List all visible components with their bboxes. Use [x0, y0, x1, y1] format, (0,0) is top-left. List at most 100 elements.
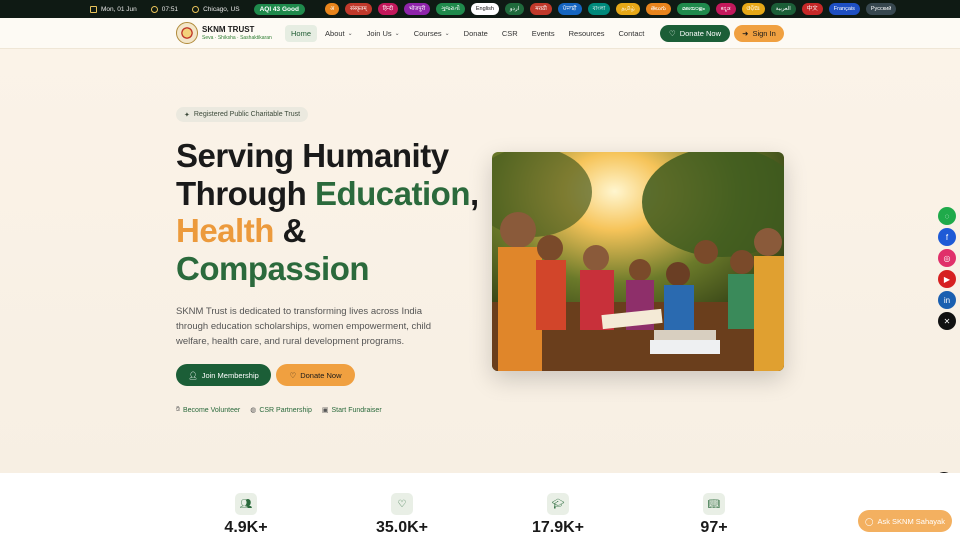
- chevron-down-icon: ⌄: [444, 31, 450, 37]
- headline-education: Education: [314, 174, 471, 212]
- whatsapp-icon[interactable]: ◌: [938, 207, 956, 225]
- stat-value: 97+: [700, 519, 728, 536]
- language-option[interactable]: العربية: [770, 3, 796, 15]
- stat-courses: 📖︎ 97+: [674, 493, 754, 537]
- language-option[interactable]: ଓଡ଼ିଆ: [741, 3, 765, 15]
- language-option[interactable]: Русский: [865, 3, 897, 15]
- join-label: Join Membership: [201, 370, 259, 380]
- start-fundraiser-link[interactable]: ▣ Start Fundraiser: [321, 406, 382, 415]
- graduation-cap-icon: 🎓︎: [547, 493, 569, 515]
- ask-assistant-button[interactable]: ◯ Ask SKNM Sahayak: [858, 510, 952, 532]
- top-bar: Mon, 01 Jun 07:51 Chicago, US AQI 43 Goo…: [0, 0, 960, 18]
- hero-section: ✦ Registered Public Charitable Trust Ser…: [0, 49, 960, 473]
- nav-item-label: CSR: [501, 29, 518, 38]
- twitter-icon[interactable]: ✕: [938, 312, 956, 330]
- language-option[interactable]: اردو: [504, 3, 525, 15]
- hero-image: [492, 152, 784, 371]
- location-display: Chicago, US: [192, 5, 240, 13]
- language-option[interactable]: Français: [828, 3, 860, 15]
- language-option[interactable]: ਪੰਜਾਬੀ: [557, 3, 582, 15]
- nav-item-label: Join Us: [366, 29, 392, 38]
- youtube-icon[interactable]: ▶: [938, 270, 956, 288]
- logo-tagline: Seva · Shiksha · Sashaktikaran: [202, 35, 272, 41]
- csr-label: CSR Partnership: [259, 406, 312, 414]
- language-option[interactable]: अ: [324, 3, 340, 15]
- stat-donations: ♡ 35.0K+: [362, 493, 442, 537]
- chevron-down-icon: ⌄: [347, 31, 353, 37]
- nav-item-donate[interactable]: Donate: [458, 25, 494, 42]
- language-option[interactable]: संस्कृतम्: [345, 3, 372, 15]
- heart-icon: ♡: [391, 493, 413, 515]
- stats-section: 👥︎ 4.9K+ ♡ 35.0K+ 🎓︎ 17.9K+ 📖︎ 97+: [0, 473, 960, 540]
- headline-line-2: Through Education,: [176, 175, 479, 213]
- language-option[interactable]: हिन्दी: [377, 3, 399, 15]
- registration-badge: ✦ Registered Public Charitable Trust: [176, 107, 309, 122]
- nav-donate-button[interactable]: ♡ Donate Now: [660, 25, 730, 42]
- headline-through: Through: [176, 174, 315, 212]
- stat-value: 4.9K+: [224, 519, 268, 536]
- nav-item-home[interactable]: Home: [285, 25, 318, 42]
- clock-icon: [150, 5, 158, 13]
- linkedin-icon[interactable]: in: [938, 291, 956, 309]
- date-display: Mon, 01 Jun: [90, 5, 137, 13]
- nav-item-events[interactable]: Events: [526, 25, 561, 42]
- nav-item-contact[interactable]: Contact: [613, 25, 651, 42]
- stat-value: 17.9K+: [531, 519, 585, 536]
- stat-members: 👥︎ 4.9K+: [206, 493, 286, 537]
- user-icon: 👤︎: [188, 370, 198, 380]
- language-option[interactable]: ಕನ್ನಡ: [715, 3, 736, 15]
- facebook-icon[interactable]: f: [938, 228, 956, 246]
- calendar-icon: [90, 5, 97, 13]
- headline-line-3: Health &: [176, 212, 479, 250]
- nav-item-label: About: [325, 29, 345, 38]
- become-volunteer-link[interactable]: ✋︎ Become Volunteer: [176, 406, 240, 414]
- map-pin-icon: [192, 5, 200, 13]
- nav-item-about[interactable]: About ⌄: [319, 25, 359, 42]
- sign-in-button[interactable]: ➜ Sign In: [734, 25, 784, 42]
- nav-item-courses[interactable]: Courses ⌄: [408, 25, 456, 42]
- main-navbar: SKNM TRUST Seva · Shiksha · Sashaktikara…: [0, 18, 960, 49]
- language-option[interactable]: ગુજરાતી: [436, 3, 465, 15]
- language-option[interactable]: বাংলা: [587, 3, 611, 15]
- language-option[interactable]: 中文: [801, 3, 823, 15]
- language-option[interactable]: मराठी: [530, 3, 552, 15]
- nav-menu: Home About ⌄ Join Us ⌄ Courses ⌄ Donate CSR Event…: [285, 25, 652, 42]
- language-option[interactable]: भोजपुरी: [404, 3, 431, 15]
- nav-item-resources[interactable]: Resources: [563, 25, 611, 42]
- site-logo[interactable]: SKNM TRUST Seva · Shiksha · Sashaktikara…: [176, 22, 272, 44]
- sparkle-icon: ✦: [184, 111, 190, 119]
- hero-donate-button[interactable]: ♡ Donate Now: [276, 364, 355, 386]
- handshake-icon: ✋︎: [176, 406, 180, 413]
- language-option[interactable]: English: [470, 3, 499, 15]
- ask-label: Ask SKNM Sahayak: [877, 516, 945, 526]
- calendar-icon: ▣: [321, 407, 329, 414]
- nav-item-join-us[interactable]: Join Us ⌄: [361, 25, 406, 42]
- sign-in-label: Sign In: [752, 29, 776, 38]
- globe-icon: ◍: [250, 407, 257, 414]
- logo-title: SKNM TRUST: [202, 25, 255, 34]
- language-option[interactable]: தமிழ்: [616, 3, 640, 15]
- stat-value: 35.0K+: [375, 519, 429, 536]
- date-text: Mon, 01 Jun: [101, 5, 137, 13]
- secondary-links: ✋︎ Become Volunteer ◍ CSR Partnership ▣ …: [176, 406, 382, 414]
- login-icon: ➜: [742, 29, 749, 38]
- language-option[interactable]: മലയാളം: [676, 3, 710, 15]
- csr-partnership-link[interactable]: ◍ CSR Partnership: [250, 406, 312, 415]
- heart-icon: ♡: [668, 29, 676, 38]
- hero-headline: Serving Humanity Through Education, Heal…: [176, 137, 479, 287]
- instagram-icon[interactable]: ◎: [938, 249, 956, 267]
- headline-line-1: Serving Humanity: [176, 137, 449, 174]
- volunteer-label: Become Volunteer: [183, 406, 241, 414]
- headline-compassion: Compassion: [176, 249, 370, 287]
- chevron-down-icon: ⌄: [394, 31, 400, 37]
- badge-text: Registered Public Charitable Trust: [193, 111, 301, 118]
- language-option[interactable]: తెలుగు: [645, 3, 671, 15]
- trust-emblem-icon: [176, 22, 198, 44]
- heart-icon: ♡: [289, 370, 297, 380]
- hero-description: SKNM Trust is dedicated to transforming …: [176, 306, 432, 347]
- nav-item-label: Resources: [568, 29, 605, 38]
- nav-item-label: Events: [531, 29, 555, 38]
- nav-item-label: Contact: [618, 29, 645, 38]
- join-membership-button[interactable]: 👤︎ Join Membership: [176, 364, 271, 386]
- nav-item-csr[interactable]: CSR: [496, 25, 524, 42]
